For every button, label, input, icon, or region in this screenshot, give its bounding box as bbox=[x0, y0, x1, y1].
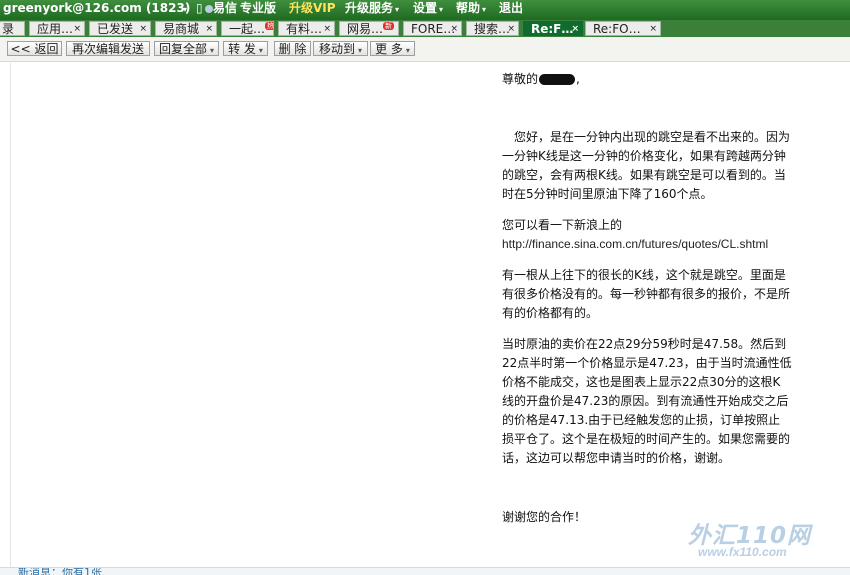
tab-bar: 录 应用… × 已发送 × 易商城 × 一起… 热 有料… × 网易… 新 FORE… × 搜… bbox=[0, 20, 850, 37]
tab-current-mail[interactable]: Re:F… × bbox=[523, 21, 583, 36]
close-icon[interactable]: × bbox=[139, 22, 147, 35]
sina-url-link[interactable]: http://finance.sina.com.cn/futures/quote… bbox=[502, 235, 792, 254]
tab-apps[interactable]: 应用… × bbox=[29, 21, 85, 36]
tab-label: 一起… bbox=[229, 22, 266, 36]
tab-search[interactable]: 搜索… × bbox=[466, 21, 519, 36]
chevron-down-icon: ▾ bbox=[439, 5, 444, 14]
move-to-button[interactable]: 移动到 ▾ bbox=[313, 41, 368, 56]
greeting-punctuation: , bbox=[576, 72, 580, 86]
tab-label: 已发送 bbox=[97, 22, 134, 36]
more-label: 更 多 bbox=[375, 42, 403, 56]
tab-label: FORE… bbox=[411, 22, 456, 36]
tab-together[interactable]: 一起… 热 bbox=[221, 21, 274, 36]
account-name[interactable]: greenyork@126.com (1823) bbox=[3, 0, 190, 20]
more-button[interactable]: 更 多 ▾ bbox=[370, 41, 415, 56]
tab-label: Re:F… bbox=[531, 22, 574, 36]
paragraph-kline: 有一根从上往下的很长的K线，这个就是跳空。里面是有很多价格没有的。每一秒钟都有很… bbox=[502, 268, 791, 320]
tab-mall[interactable]: 易商城 × bbox=[155, 21, 217, 36]
redacted-name bbox=[539, 74, 576, 85]
upgrade-service-menu[interactable]: 升级服务 ▾ bbox=[345, 0, 399, 20]
mail-body: 尊敬的, 您好，是在一分钟内出现的跳空是看不出来的。因为一分钟K线是这一分钟的价… bbox=[502, 70, 792, 527]
tab-fore[interactable]: FORE… × bbox=[403, 21, 462, 36]
close-icon[interactable]: × bbox=[507, 22, 515, 35]
reply-all-button[interactable]: 回复全部 ▾ bbox=[154, 41, 219, 56]
yixin-label: 易信 bbox=[213, 1, 238, 15]
phone-icon[interactable]: ▯ bbox=[196, 0, 203, 20]
close-icon[interactable]: × bbox=[450, 22, 458, 35]
chevron-down-icon: ▾ bbox=[405, 46, 410, 55]
reply-all-label: 回复全部 bbox=[158, 42, 207, 56]
paragraph-sina-hint: 您可以看一下新浪上的 bbox=[502, 218, 623, 232]
watermark-url: www.fx110.com bbox=[698, 545, 787, 559]
forward-button[interactable]: 转 发 ▾ bbox=[223, 41, 268, 56]
paragraph-gap-explanation: 您好，是在一分钟内出现的跳空是看不出来的。因为一分钟K线是这一分钟的价格变化，如… bbox=[502, 130, 791, 201]
tab-inbox[interactable]: 录 bbox=[0, 21, 25, 36]
yixin-icon bbox=[205, 4, 213, 13]
tab-sent[interactable]: 已发送 × bbox=[89, 21, 151, 36]
tab-label: 易商城 bbox=[163, 22, 200, 36]
settings-menu[interactable]: 设置 ▾ bbox=[413, 0, 443, 20]
tab-label: 应用… bbox=[37, 22, 74, 36]
close-icon[interactable]: × bbox=[571, 22, 579, 35]
paragraph-price-detail: 当时原油的卖价在22点29分59秒时是47.58。然后到22点半时第一个价格显示… bbox=[502, 337, 792, 465]
chevron-down-icon[interactable]: ▾ bbox=[210, 46, 214, 55]
back-button[interactable]: << 返回 bbox=[7, 41, 62, 56]
new-badge: 新 bbox=[383, 22, 395, 30]
mail-toolbar: << 返回 再次编辑发送 回复全部 ▾ 转 发 ▾ 删 除 移动到 ▾ 更 多 ▾ bbox=[0, 37, 850, 62]
help-menu[interactable]: 帮助 ▾ bbox=[456, 0, 486, 20]
tab-label: Re:FO… bbox=[593, 22, 641, 36]
tab-label: 有料… bbox=[286, 22, 323, 36]
left-panel-divider bbox=[10, 63, 11, 568]
chevron-down-icon: ▾ bbox=[395, 5, 400, 14]
move-to-label: 移动到 bbox=[318, 42, 355, 56]
reedit-send-button[interactable]: 再次编辑发送 bbox=[66, 41, 150, 56]
close-icon[interactable]: × bbox=[649, 22, 657, 35]
upgrade-vip-link[interactable]: 升级VIP bbox=[289, 0, 336, 20]
hot-badge: 热 bbox=[265, 22, 273, 30]
tab-label: 搜索… bbox=[474, 22, 511, 36]
tab-netease[interactable]: 网易… 新 bbox=[339, 21, 399, 36]
settings-label: 设置 bbox=[413, 1, 438, 15]
logout-link[interactable]: 退出 bbox=[499, 0, 523, 20]
chevron-down-icon[interactable]: ▾ bbox=[259, 46, 263, 55]
chevron-down-icon: ▾ bbox=[482, 5, 487, 14]
upgrade-service-label: 升级服务 bbox=[345, 1, 394, 15]
yixin-link[interactable]: 易信 bbox=[205, 0, 237, 20]
tab-other-mail[interactable]: Re:FO… × bbox=[585, 21, 661, 36]
greeting-line: 尊敬的, bbox=[502, 70, 792, 89]
thanks-line: 谢谢您的合作！ bbox=[502, 510, 587, 524]
close-icon[interactable]: × bbox=[205, 22, 213, 35]
close-icon[interactable]: × bbox=[323, 22, 331, 35]
account-dropdown-icon[interactable]: ▾ bbox=[181, 0, 187, 20]
greeting-text: 尊敬的 bbox=[502, 72, 539, 86]
top-account-bar: greenyork@126.com (1823) ▾ ▯ 易信 专业版 升级VI… bbox=[0, 0, 850, 20]
help-label: 帮助 bbox=[456, 1, 481, 15]
tab-youliao[interactable]: 有料… × bbox=[278, 21, 335, 36]
chevron-down-icon: ▾ bbox=[358, 46, 363, 55]
close-icon[interactable]: × bbox=[73, 22, 81, 35]
tab-label: 网易… bbox=[347, 22, 384, 36]
tab-label: 录 bbox=[2, 22, 15, 36]
forward-label: 转 发 bbox=[228, 42, 256, 56]
pro-edition-link[interactable]: 专业版 bbox=[240, 0, 276, 20]
delete-button[interactable]: 删 除 bbox=[274, 41, 311, 56]
